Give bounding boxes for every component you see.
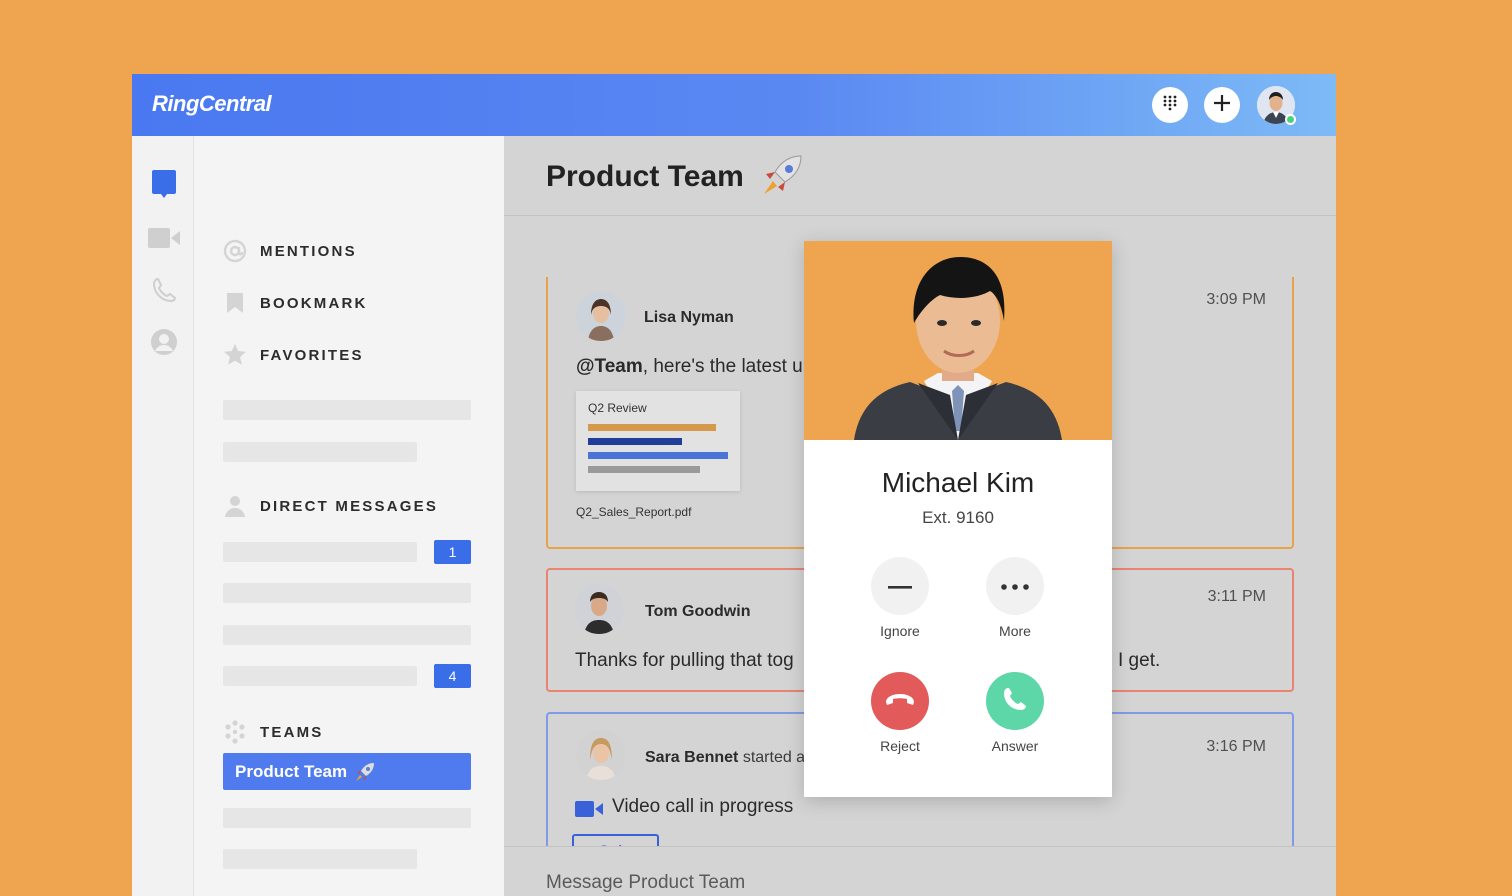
sidebar-item-bookmark[interactable]: BOOKMARK (223, 291, 368, 315)
attachment-title: Q2 Review (588, 401, 647, 415)
sidebar-item-label: FAVORITES (260, 346, 364, 364)
ignore-button[interactable] (871, 557, 929, 615)
reject-label: Reject (880, 738, 920, 754)
sidebar-section-teams[interactable]: TEAMS (223, 720, 324, 744)
video-icon (148, 227, 180, 253)
reject-button[interactable] (871, 672, 929, 730)
star-icon (223, 343, 247, 367)
message-composer[interactable]: Message Product Team (504, 846, 1336, 896)
message-text: Video call in progress (612, 796, 794, 817)
video-camera-icon (575, 800, 603, 823)
unread-badge: 4 (434, 664, 471, 688)
rail-contacts[interactable] (148, 328, 180, 360)
message-author: Sara Bennet started a (645, 749, 805, 767)
sidebar-item-label: MENTIONS (260, 242, 357, 260)
avatar (574, 584, 624, 634)
mention-team[interactable]: @Team (576, 356, 643, 377)
message-text-tail: I get. (1118, 650, 1161, 671)
rail-video[interactable] (148, 224, 180, 256)
message-text: @Team, here's the latest u (576, 356, 803, 378)
unread-badge: 1 (434, 540, 471, 564)
sidebar-item-label: TEAMS (260, 723, 324, 741)
caller-extension: Ext. 9160 (922, 508, 994, 527)
phone-icon (1002, 686, 1028, 717)
preview-bar (588, 452, 728, 459)
sidebar-item-mentions[interactable]: MENTIONS (223, 239, 357, 263)
preview-bar (588, 424, 716, 431)
left-rail (132, 136, 194, 896)
person-icon (223, 494, 247, 518)
sidebar-item-label: BOOKMARK (260, 294, 368, 312)
avatar (576, 730, 626, 780)
message-time: 3:11 PM (1207, 588, 1266, 605)
app-logo: RingCentral (152, 91, 272, 116)
contacts-icon (150, 328, 178, 361)
rail-chat[interactable] (148, 169, 180, 204)
bookmark-icon (223, 291, 247, 315)
caller-photo (804, 241, 1112, 440)
app-window: RingCentral MENTIONS BOOKMARK FAVORITES … (132, 74, 1336, 896)
message-author: Lisa Nyman (644, 309, 734, 326)
sidebar: MENTIONS BOOKMARK FAVORITES DIRECT MESSA… (194, 136, 504, 896)
preview-bar (588, 438, 682, 445)
minus-icon (888, 577, 912, 595)
placeholder-row[interactable] (223, 808, 471, 828)
preview-bar (588, 466, 700, 473)
placeholder-row[interactable] (223, 583, 471, 603)
top-bar: RingCentral (132, 74, 1336, 136)
author-name: Sara Bennet (645, 749, 739, 766)
dialpad-icon (1162, 95, 1178, 116)
more-dots-icon (1001, 577, 1029, 595)
answer-button[interactable] (986, 672, 1044, 730)
sidebar-item-label: DIRECT MESSAGES (260, 497, 439, 515)
message-text: Thanks for pulling that tog (575, 650, 794, 671)
composer-input[interactable]: Message Product Team (546, 872, 745, 894)
placeholder-row[interactable] (223, 542, 417, 562)
placeholder-row[interactable] (223, 666, 417, 686)
rocket-icon (354, 761, 376, 783)
message-body: , here's the latest u (642, 356, 803, 377)
message-time: 3:09 PM (1206, 291, 1266, 308)
caller-name: Michael Kim (881, 467, 1035, 498)
phone-icon (152, 277, 177, 308)
placeholder-row[interactable] (223, 849, 417, 869)
dialpad-button[interactable] (1152, 87, 1188, 123)
rocket-icon (760, 154, 804, 201)
placeholder-row (223, 400, 471, 420)
hang-up-icon (884, 691, 916, 712)
sidebar-section-direct-messages[interactable]: DIRECT MESSAGES (223, 494, 438, 518)
sidebar-item-label: Product Team (235, 761, 348, 781)
sidebar-item-product-team[interactable]: Product Team (223, 753, 471, 790)
teams-icon (223, 720, 247, 744)
attachment-filename[interactable]: Q2_Sales_Report.pdf (576, 505, 691, 519)
author-action: started a (738, 749, 806, 766)
conversation-header: Product Team (504, 136, 1336, 216)
add-button[interactable] (1204, 87, 1240, 123)
at-icon (223, 239, 247, 263)
attachment-preview[interactable]: Q2 Review (576, 391, 740, 491)
plus-icon (1213, 94, 1231, 117)
more-label: More (999, 623, 1031, 639)
rail-phone[interactable] (148, 276, 180, 308)
chat-icon (150, 169, 178, 204)
sidebar-item-favorites[interactable]: FAVORITES (223, 343, 364, 367)
message-author: Tom Goodwin (645, 603, 751, 620)
more-button[interactable] (986, 557, 1044, 615)
avatar (576, 291, 626, 341)
ignore-label: Ignore (880, 623, 920, 639)
online-status-dot (1285, 114, 1296, 125)
message-time: 3:16 PM (1206, 738, 1266, 755)
incoming-call-dialog: Michael Kim Ext. 9160 Ignore More Reject… (804, 241, 1112, 797)
page-title: Product Team (546, 160, 744, 193)
answer-label: Answer (991, 738, 1039, 754)
placeholder-row (223, 442, 417, 462)
placeholder-row[interactable] (223, 625, 471, 645)
